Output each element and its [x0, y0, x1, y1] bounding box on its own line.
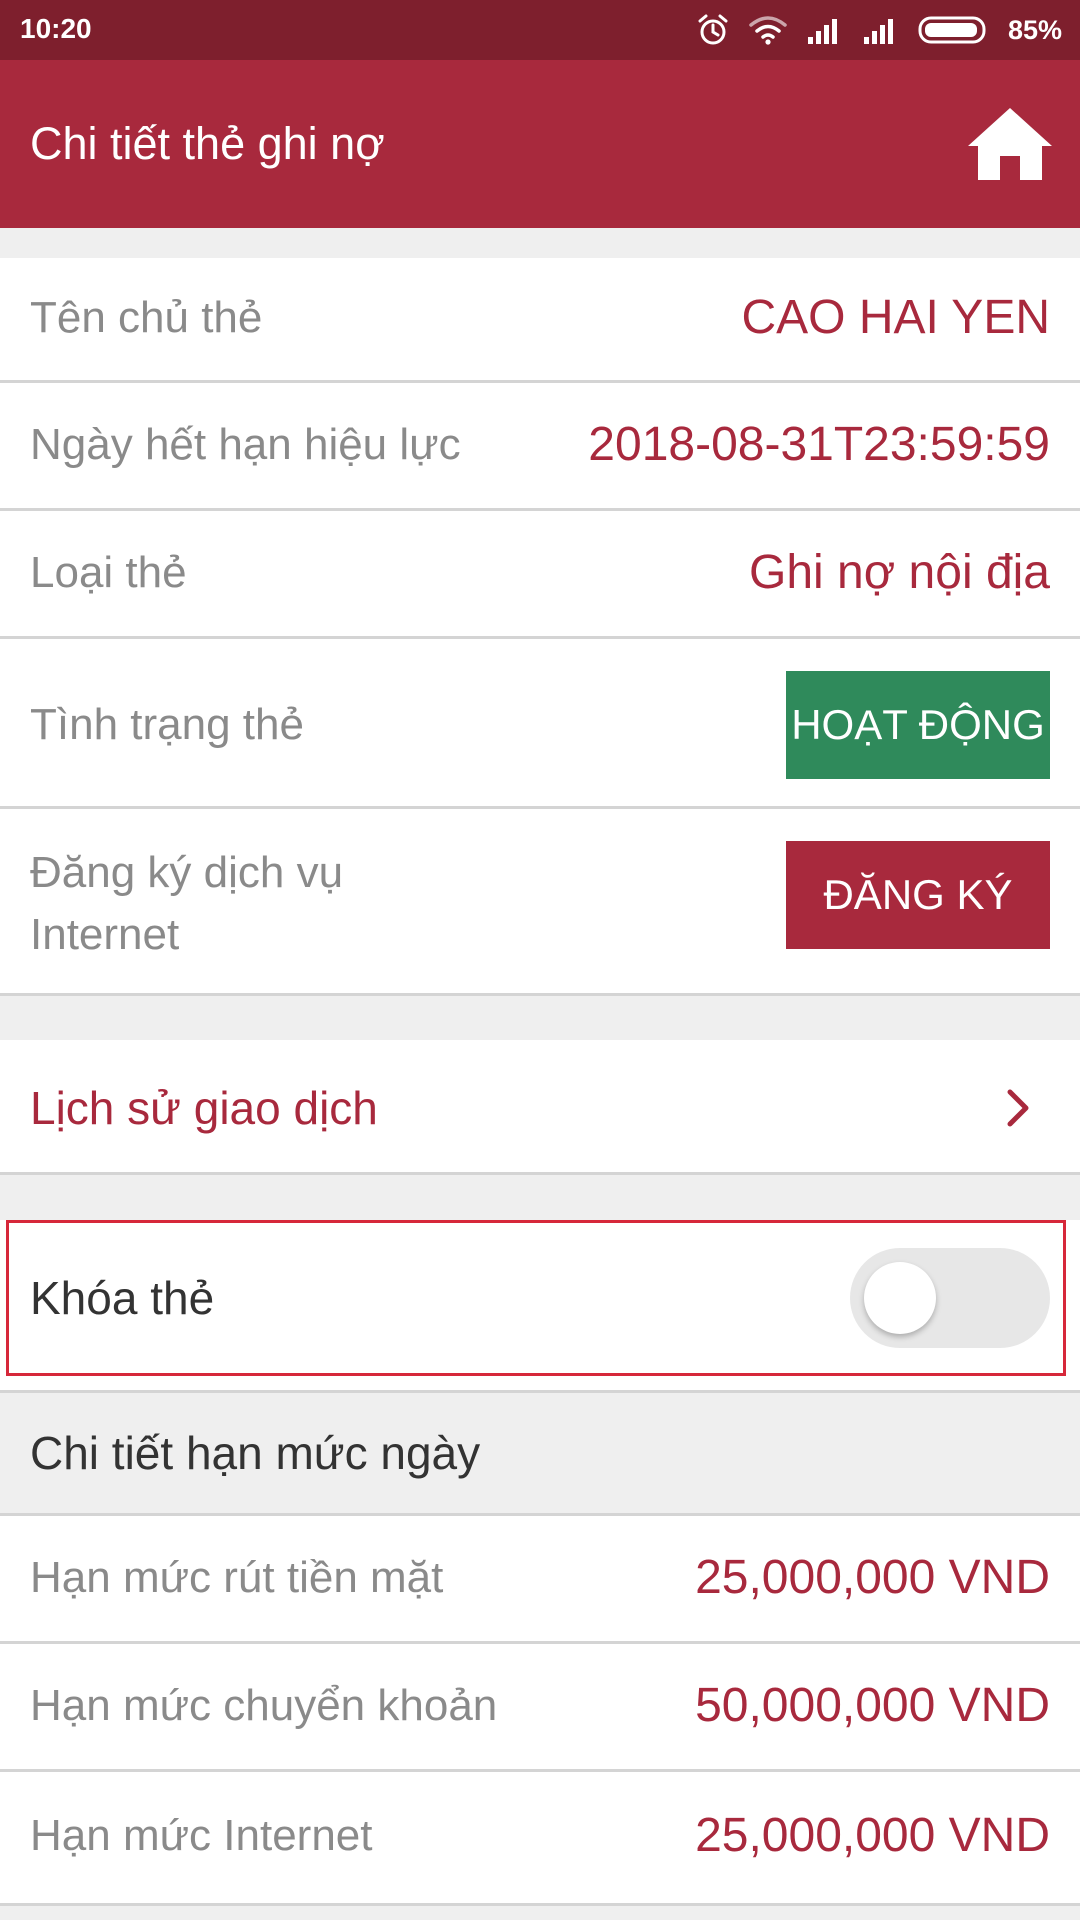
- lock-card-row: Khóa thẻ: [0, 1220, 1080, 1390]
- card-type-label: Loại thẻ: [30, 548, 187, 597]
- battery-percentage: 85%: [1007, 14, 1062, 45]
- lock-card-toggle[interactable]: [850, 1248, 1050, 1348]
- lock-card-label: Khóa thẻ: [30, 1272, 215, 1324]
- status-badge: HOẠT ĐỘNG: [786, 671, 1050, 779]
- status-time: 10:20: [20, 13, 92, 44]
- app-bar: Chi tiết thẻ ghi nợ: [0, 60, 1080, 228]
- internet-service-row: Đăng ký dịch vụ Internet ĐĂNG KÝ: [0, 809, 1080, 996]
- internet-service-label: Đăng ký dịch vụ: [30, 848, 344, 897]
- card-status-row: Tình trạng thẻ HOẠT ĐỘNG: [0, 639, 1080, 809]
- card-holder-row: Tên chủ thẻ CAO HAI YEN: [0, 258, 1080, 383]
- card-type-row: Loại thẻ Ghi nợ nội địa: [0, 511, 1080, 639]
- limit-value: 25,000,000 VND: [695, 1809, 1050, 1862]
- card-holder-label: Tên chủ thẻ: [30, 293, 263, 342]
- toggle-knob: [864, 1262, 936, 1334]
- limits-title: Chi tiết hạn mức ngày: [30, 1427, 481, 1479]
- alarm-icon: [698, 14, 728, 45]
- limit-value: 25,000,000 VND: [695, 1551, 1050, 1604]
- status-icons: 85%: [696, 10, 1062, 50]
- home-icon: [968, 108, 1052, 180]
- limit-label: Hạn mức rút tiền mặt: [30, 1553, 444, 1602]
- signal-icon: [807, 19, 837, 44]
- limit-label: Hạn mức Internet: [30, 1811, 373, 1860]
- battery-icon: [918, 16, 986, 44]
- transaction-history-row[interactable]: Lịch sử giao dịch: [0, 1040, 1080, 1175]
- page-title: Chi tiết thẻ ghi nợ: [30, 118, 385, 169]
- card-type-value: Ghi nợ nội địa: [749, 546, 1050, 599]
- signal-icon: [863, 19, 893, 44]
- limit-row: Hạn mức rút tiền mặt 25,000,000 VND: [0, 1516, 1080, 1644]
- card-status-label: Tình trạng thẻ: [30, 700, 304, 749]
- expiry-row: Ngày hết hạn hiệu lực 2018-08-31T23:59:5…: [0, 383, 1080, 511]
- transaction-history-label: Lịch sử giao dịch: [30, 1082, 378, 1134]
- limits-section-header: Chi tiết hạn mức ngày: [0, 1390, 1080, 1516]
- card-holder-value: CAO HAI YEN: [741, 291, 1050, 344]
- home-button[interactable]: [964, 102, 1056, 186]
- expiry-value: 2018-08-31T23:59:59: [588, 418, 1050, 471]
- expiry-label: Ngày hết hạn hiệu lực: [30, 420, 461, 469]
- wifi-icon: [749, 16, 787, 45]
- limit-row: Hạn mức Internet 25,000,000 VND: [0, 1772, 1080, 1906]
- limit-label: Hạn mức chuyển khoản: [30, 1681, 498, 1730]
- internet-service-label: Internet: [30, 910, 180, 959]
- register-button[interactable]: ĐĂNG KÝ: [786, 841, 1050, 949]
- limit-value: 50,000,000 VND: [695, 1679, 1050, 1732]
- status-bar: 10:20 85%: [0, 0, 1080, 60]
- limit-row: Hạn mức chuyển khoản 50,000,000 VND: [0, 1644, 1080, 1772]
- chevron-right-icon: [1007, 1089, 1029, 1127]
